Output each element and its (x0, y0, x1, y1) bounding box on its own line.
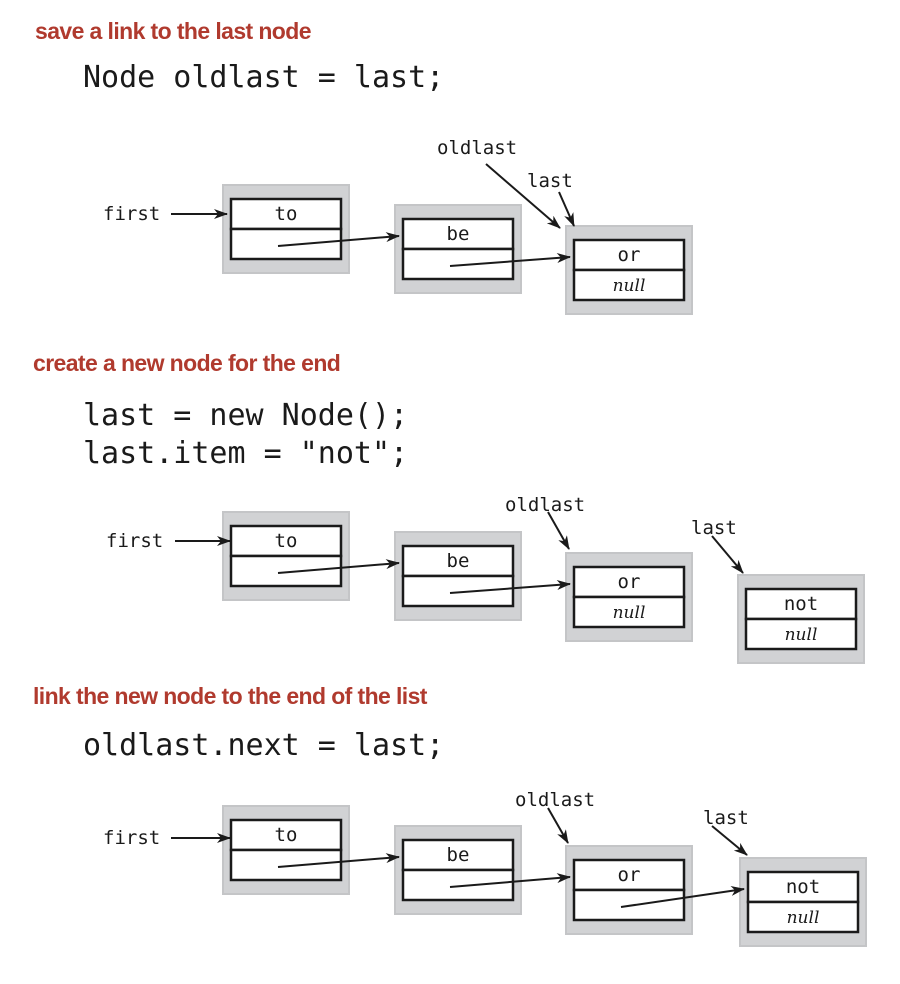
node-item-label: not (786, 876, 820, 898)
node-item-label: or (618, 571, 641, 593)
next-field (229, 227, 343, 261)
node-to: to (222, 805, 350, 895)
next-field (401, 247, 515, 281)
next-field (229, 848, 343, 882)
node-item-label: be (447, 223, 470, 245)
node-item-label: be (447, 844, 470, 866)
node-to: to (222, 511, 350, 601)
node-or: or (565, 845, 693, 935)
last-label: last (703, 807, 749, 829)
step-2-diagram: to be or null not null first oldlast last (106, 494, 865, 664)
next-field (401, 868, 515, 902)
null-label: null (613, 276, 646, 296)
last-pointer-arrow (558, 191, 575, 227)
last-label: last (691, 517, 737, 539)
node-item-label: not (784, 593, 818, 615)
first-label: first (103, 203, 160, 225)
node-or: or null (565, 552, 693, 642)
oldlast-label: oldlast (437, 137, 517, 159)
last-label: last (527, 170, 573, 192)
null-label: null (613, 603, 646, 623)
node-item-label: to (275, 530, 298, 552)
last-pointer-arrow (711, 825, 748, 856)
node-not: not null (737, 574, 865, 664)
step-3-diagram: to be or not null first oldlast last (103, 789, 867, 947)
node-item-label: be (447, 550, 470, 572)
step-1-diagram: to be or null first oldlast last (103, 137, 693, 315)
node-item-label: or (618, 864, 641, 886)
null-label: null (785, 625, 818, 645)
node-be: be (394, 531, 522, 621)
oldlast-pointer-arrow (547, 807, 569, 844)
next-field (401, 574, 515, 608)
node-or: or null (565, 225, 693, 315)
first-label: first (106, 530, 163, 552)
oldlast-label: oldlast (505, 494, 585, 516)
node-be: be (394, 204, 522, 294)
node-item-label: or (618, 244, 641, 266)
oldlast-label: oldlast (515, 789, 595, 811)
last-pointer-arrow (711, 535, 744, 574)
node-not: not null (739, 857, 867, 947)
null-label: null (787, 908, 820, 928)
node-to: to (222, 184, 350, 274)
linked-list-diagrams: tobeornullfirstoldlastlast tobeornull not… (103, 137, 867, 947)
oldlast-pointer-arrow (547, 511, 570, 550)
next-field (229, 554, 343, 588)
node-be: be (394, 825, 522, 915)
first-label: first (103, 827, 160, 849)
node-item-label: to (275, 824, 298, 846)
node-item-label: to (275, 203, 298, 225)
